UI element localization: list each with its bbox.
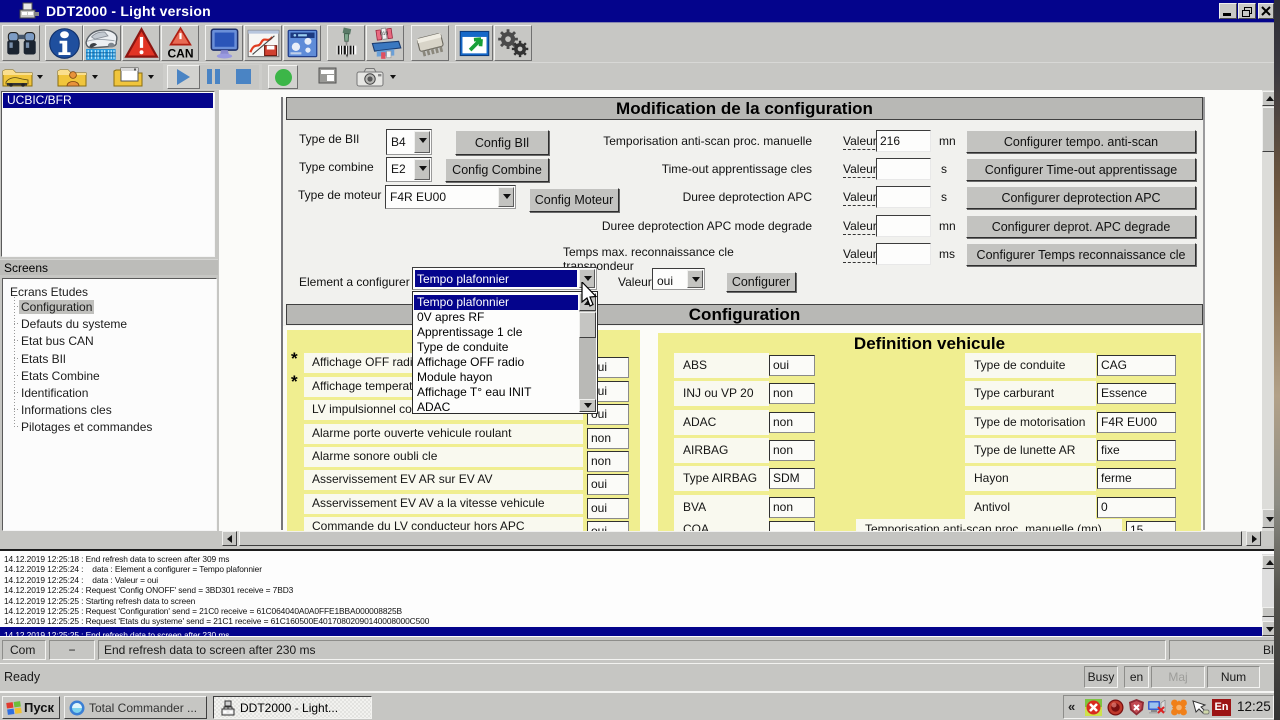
svg-text:CAN: CAN [167, 47, 193, 61]
svg-text:016: 016 [379, 30, 388, 37]
